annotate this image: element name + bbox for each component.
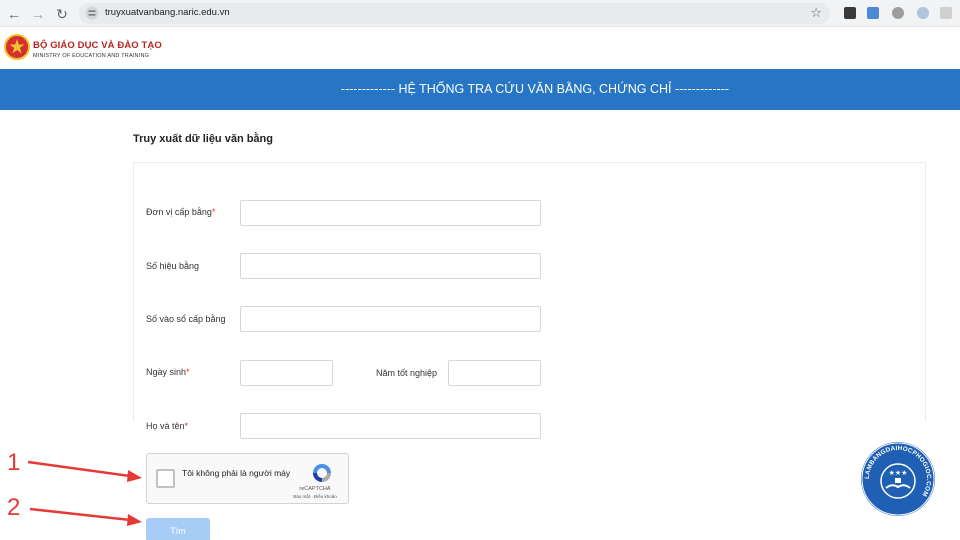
back-icon[interactable]: ← xyxy=(4,4,24,24)
search-button[interactable]: Tìm xyxy=(146,518,210,540)
recaptcha-terms-link[interactable]: Bảo mật - Điều khoản xyxy=(285,494,345,499)
site-watermark-logo: LAMBANGDAIHOCPHOGIOC.COM ★★★ xyxy=(861,442,935,516)
forward-icon[interactable]: → xyxy=(28,4,48,24)
fullname-label: Họ và tên* xyxy=(146,421,189,431)
issuer-label: Đơn vị cấp bằng* xyxy=(146,207,216,217)
url-text: truyxuatvanbang.naric.edu.vn xyxy=(105,7,230,18)
dob-input[interactable] xyxy=(240,360,333,386)
site-header: BỘ GIÁO DỤC VÀ ĐÀO TẠO MINISTRY OF EDUCA… xyxy=(0,27,960,69)
site-info-icon[interactable] xyxy=(85,6,99,20)
arrow-to-captcha-icon xyxy=(27,460,142,482)
diploma-number-label: Số hiệu bằng xyxy=(146,261,200,271)
org-name-en: MINISTRY OF EDUCATION AND TRAINING xyxy=(33,53,150,59)
annotation-number-2: 2 xyxy=(7,494,21,521)
recaptcha-checkbox[interactable] xyxy=(156,469,175,488)
recaptcha-label: Tôi không phải là người máy xyxy=(182,468,291,478)
grad-year-input[interactable] xyxy=(448,360,541,386)
system-banner: ------------- HỆ THỐNG TRA CỨU VĂN BẰNG,… xyxy=(0,69,960,110)
national-emblem-icon xyxy=(4,34,30,60)
annotation-number-1: 1 xyxy=(7,449,21,476)
dob-label: Ngày sinh* xyxy=(146,367,190,377)
svg-text:★★★: ★★★ xyxy=(889,469,908,477)
arrow-to-search-icon xyxy=(29,507,142,526)
recaptcha-logo-icon xyxy=(313,464,331,482)
diploma-number-input[interactable] xyxy=(240,253,541,279)
bookmark-star-icon[interactable]: ☆ xyxy=(810,5,822,21)
grad-year-label: Năm tốt nghiệp xyxy=(376,368,438,378)
org-name: BỘ GIÁO DỤC VÀ ĐÀO TẠO xyxy=(33,40,162,51)
issuer-input[interactable] xyxy=(240,200,541,226)
recaptcha-brand: reCAPTCHA xyxy=(299,486,331,492)
address-bar[interactable]: truyxuatvanbang.naric.edu.vn ☆ xyxy=(79,3,830,24)
extension-icon[interactable] xyxy=(867,7,879,19)
page-title: Truy xuất dữ liệu văn bằng xyxy=(133,133,273,145)
reload-icon[interactable]: ↻ xyxy=(52,4,72,24)
extension-icon[interactable] xyxy=(892,7,904,19)
banner-title: ------------- HỆ THỐNG TRA CỨU VĂN BẰNG,… xyxy=(340,82,730,96)
browser-toolbar: ← → ↻ truyxuatvanbang.naric.edu.vn ☆ xyxy=(0,0,960,27)
fullname-input[interactable] xyxy=(240,413,541,439)
extension-icon[interactable] xyxy=(940,7,952,19)
register-number-input[interactable] xyxy=(240,306,541,332)
extension-icon[interactable] xyxy=(844,7,856,19)
recaptcha-widget: Tôi không phải là người máy reCAPTCHA Bả… xyxy=(146,453,349,504)
extension-icon[interactable] xyxy=(917,7,929,19)
register-number-label: Số vào sổ cấp bằng xyxy=(146,314,226,324)
